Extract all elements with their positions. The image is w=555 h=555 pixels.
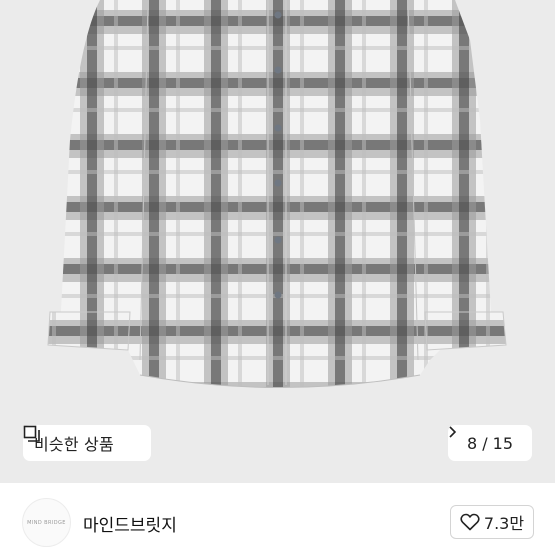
copy-icon <box>23 425 40 442</box>
similar-products-label: 비슷한 상품 <box>34 435 114 454</box>
avatar-text: MIND BRIDGE <box>27 519 66 526</box>
like-count: 7.3만 <box>483 514 525 533</box>
product-image <box>47 0 507 388</box>
chevron-right-icon <box>449 426 457 438</box>
like-button[interactable]: 7.3만 <box>450 505 534 539</box>
similar-products-button[interactable]: 비슷한 상품 <box>23 425 151 461</box>
seller-name[interactable]: 마인드브릿지 <box>83 511 177 536</box>
image-pagination-button[interactable]: 8 / 15 <box>448 425 532 461</box>
product-image-viewer[interactable]: 비슷한 상품 8 / 15 <box>0 0 555 483</box>
page-counter: 8 / 15 <box>466 433 514 453</box>
heart-outline-icon <box>460 513 480 531</box>
seller-avatar[interactable]: MIND BRIDGE <box>22 498 71 547</box>
